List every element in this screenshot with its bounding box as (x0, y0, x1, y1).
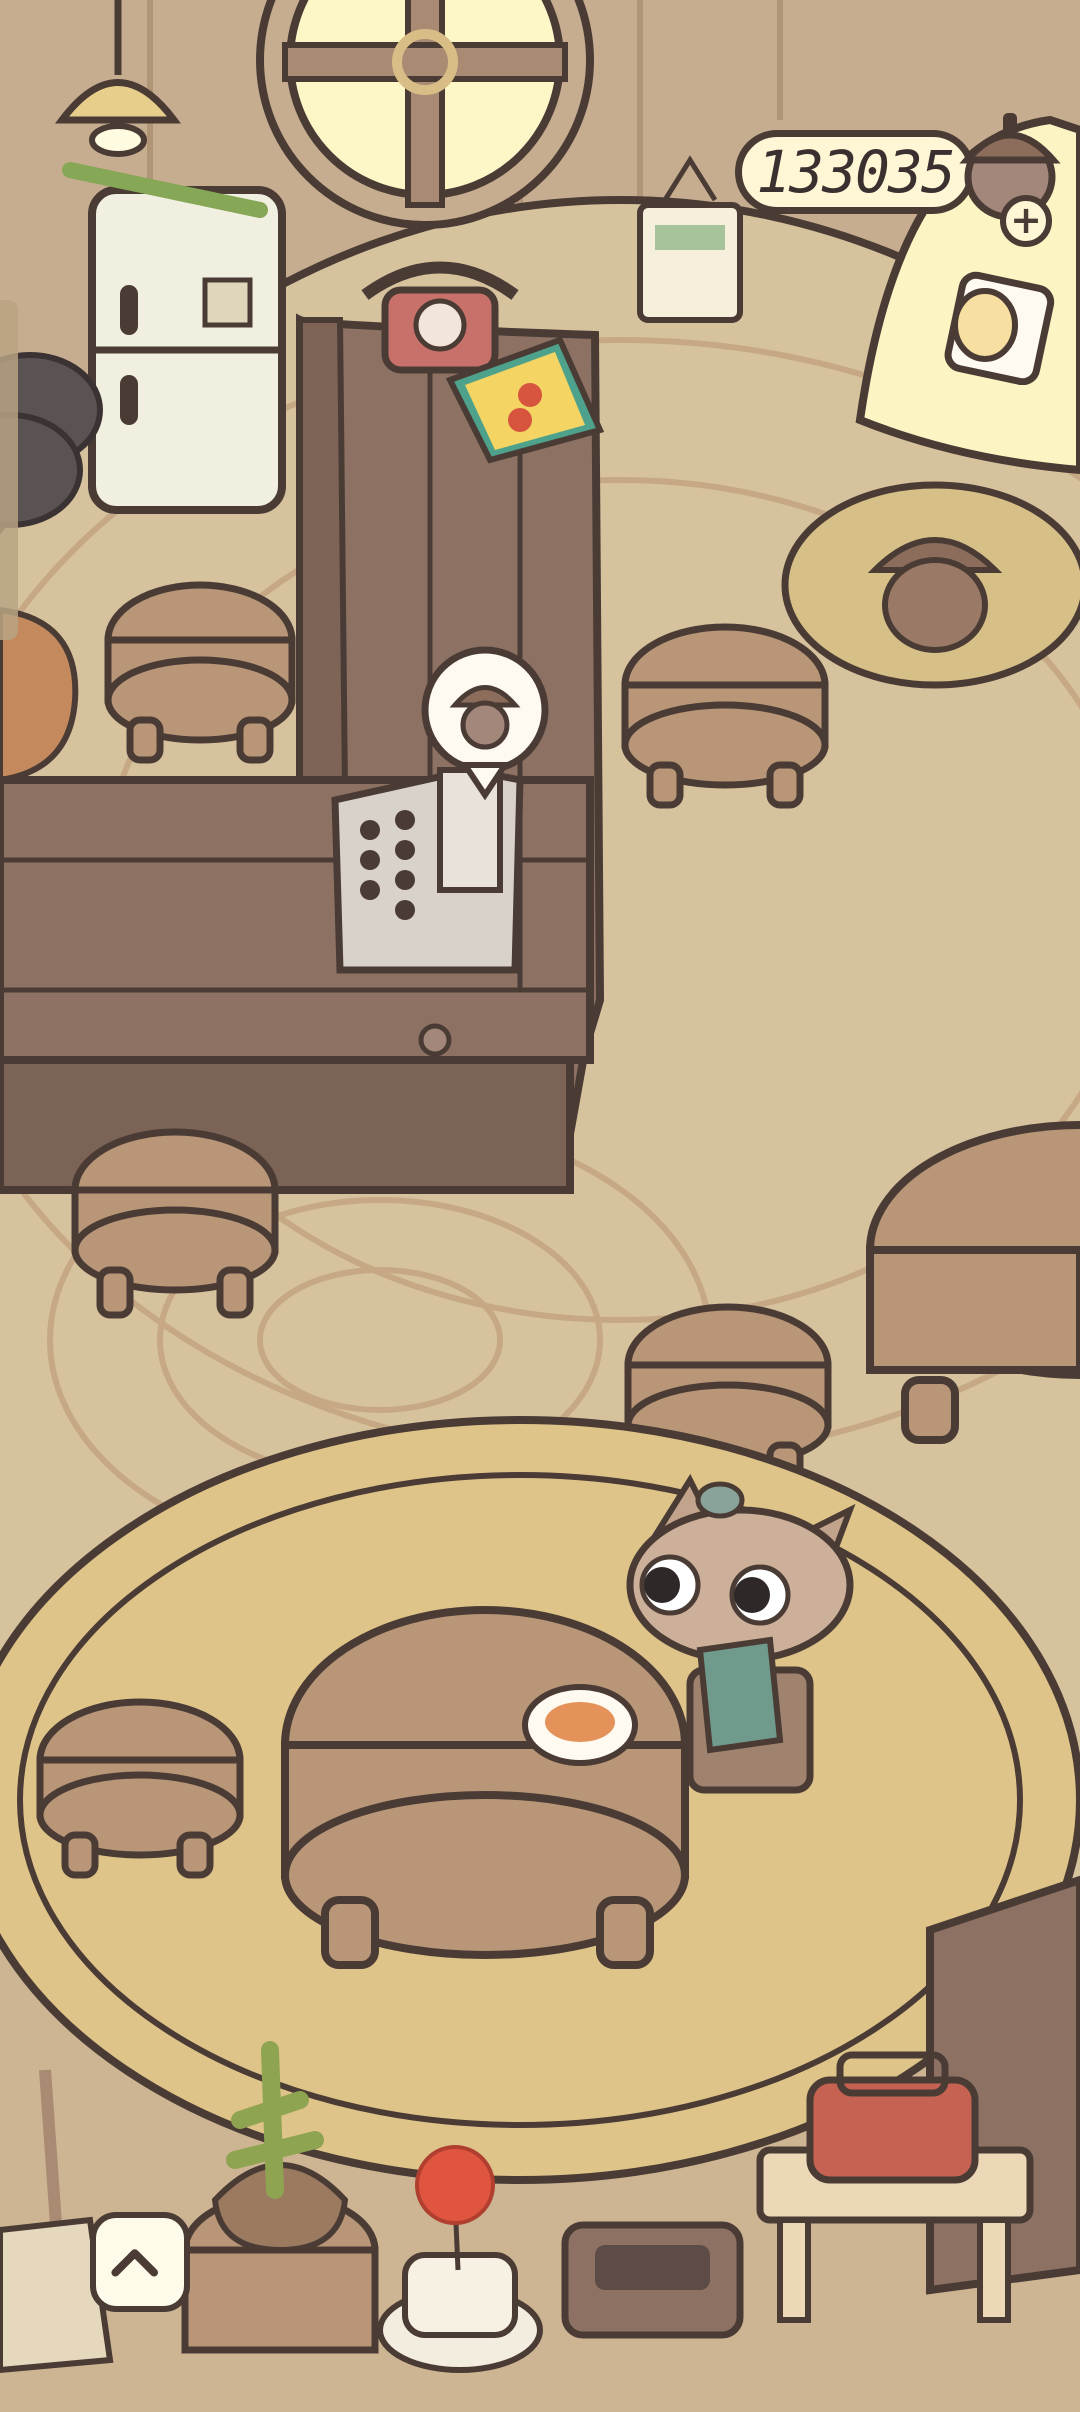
tip-jar-icon[interactable] (935, 270, 1060, 385)
stool (36, 1698, 244, 1879)
cash-register (331, 766, 524, 974)
acorn-rug (781, 481, 1080, 689)
stool (621, 623, 829, 809)
expand-menu-button[interactable] (90, 2212, 190, 2312)
fridge (62, 162, 286, 514)
side-drawer-tab[interactable] (0, 300, 18, 640)
acorn-counter: 133035 (735, 130, 975, 214)
plate-of-food (522, 1684, 638, 1766)
stool (104, 581, 296, 764)
chevron-up-icon (111, 2249, 159, 2277)
broom (0, 2069, 114, 2374)
cafe-scene (0, 0, 1080, 2374)
burner (561, 2221, 744, 2339)
plus-icon[interactable]: + (1000, 195, 1052, 247)
stool (71, 1128, 279, 1319)
center-table (281, 1606, 689, 1969)
